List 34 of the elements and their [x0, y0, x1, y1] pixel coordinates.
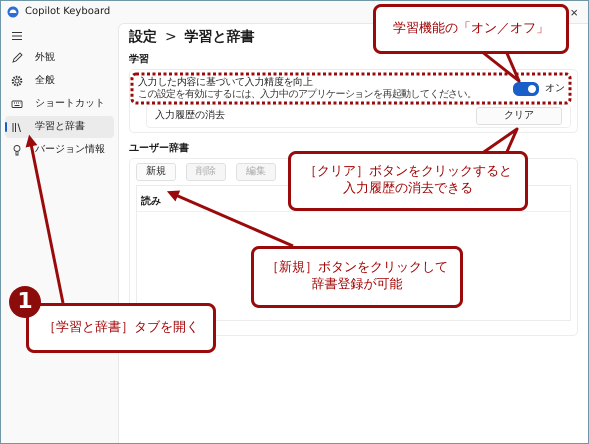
sidebar-item[interactable]: バージョン情報 [5, 139, 114, 161]
keyboard-icon [11, 98, 23, 110]
toggle-switch[interactable] [513, 82, 539, 96]
breadcrumb-separator: > [165, 29, 177, 46]
setting-description: この設定を有効にするには、入力中のアプリケーションを再起動してください。 [138, 88, 476, 101]
callout-text: 学習機能の「オン／オフ」 [393, 20, 549, 38]
setting-title: 入力した内容に基づいて入力精度を向上 [138, 76, 313, 88]
step-badge: 1 [9, 286, 41, 318]
section-heading: ユーザー辞書 [129, 142, 189, 155]
column-header[interactable]: 読み [141, 196, 161, 207]
callout-text: ［学習と辞書］タブを開く [43, 320, 199, 336]
callout-text: 辞書登録が可能 [312, 277, 402, 294]
close-button[interactable]: × [566, 4, 582, 20]
toggle-state-label: オン [545, 82, 565, 95]
sidebar-item[interactable]: 外観 [5, 47, 114, 69]
clear-button[interactable]: クリア [476, 106, 562, 125]
callout-text: ［クリア］ボタンをクリックすると [304, 164, 512, 181]
setting-label: 入力履歴の消去 [155, 110, 225, 122]
bulb-icon [11, 144, 23, 156]
pencil-icon [11, 52, 23, 64]
books-icon [11, 121, 23, 133]
breadcrumb-parent[interactable]: 設定 [129, 29, 157, 46]
callout-text: ［新規］ボタンをクリックして [266, 260, 448, 277]
menu-icon[interactable] [11, 31, 23, 41]
page-title: 学習と辞書 [184, 29, 255, 46]
section-heading: 学習 [129, 54, 149, 66]
sidebar-item[interactable]: 全般 [5, 70, 114, 92]
toolbar-button[interactable]: 新規 [136, 162, 176, 181]
window-title: Copilot Keyboard [25, 6, 110, 18]
app-icon [7, 6, 19, 18]
sidebar-item[interactable]: 学習と辞書 [5, 116, 114, 138]
callout-text: 入力履歴の消去できる [343, 181, 473, 198]
gear-icon [11, 75, 23, 87]
sidebar-item[interactable]: ショートカット [5, 93, 114, 115]
